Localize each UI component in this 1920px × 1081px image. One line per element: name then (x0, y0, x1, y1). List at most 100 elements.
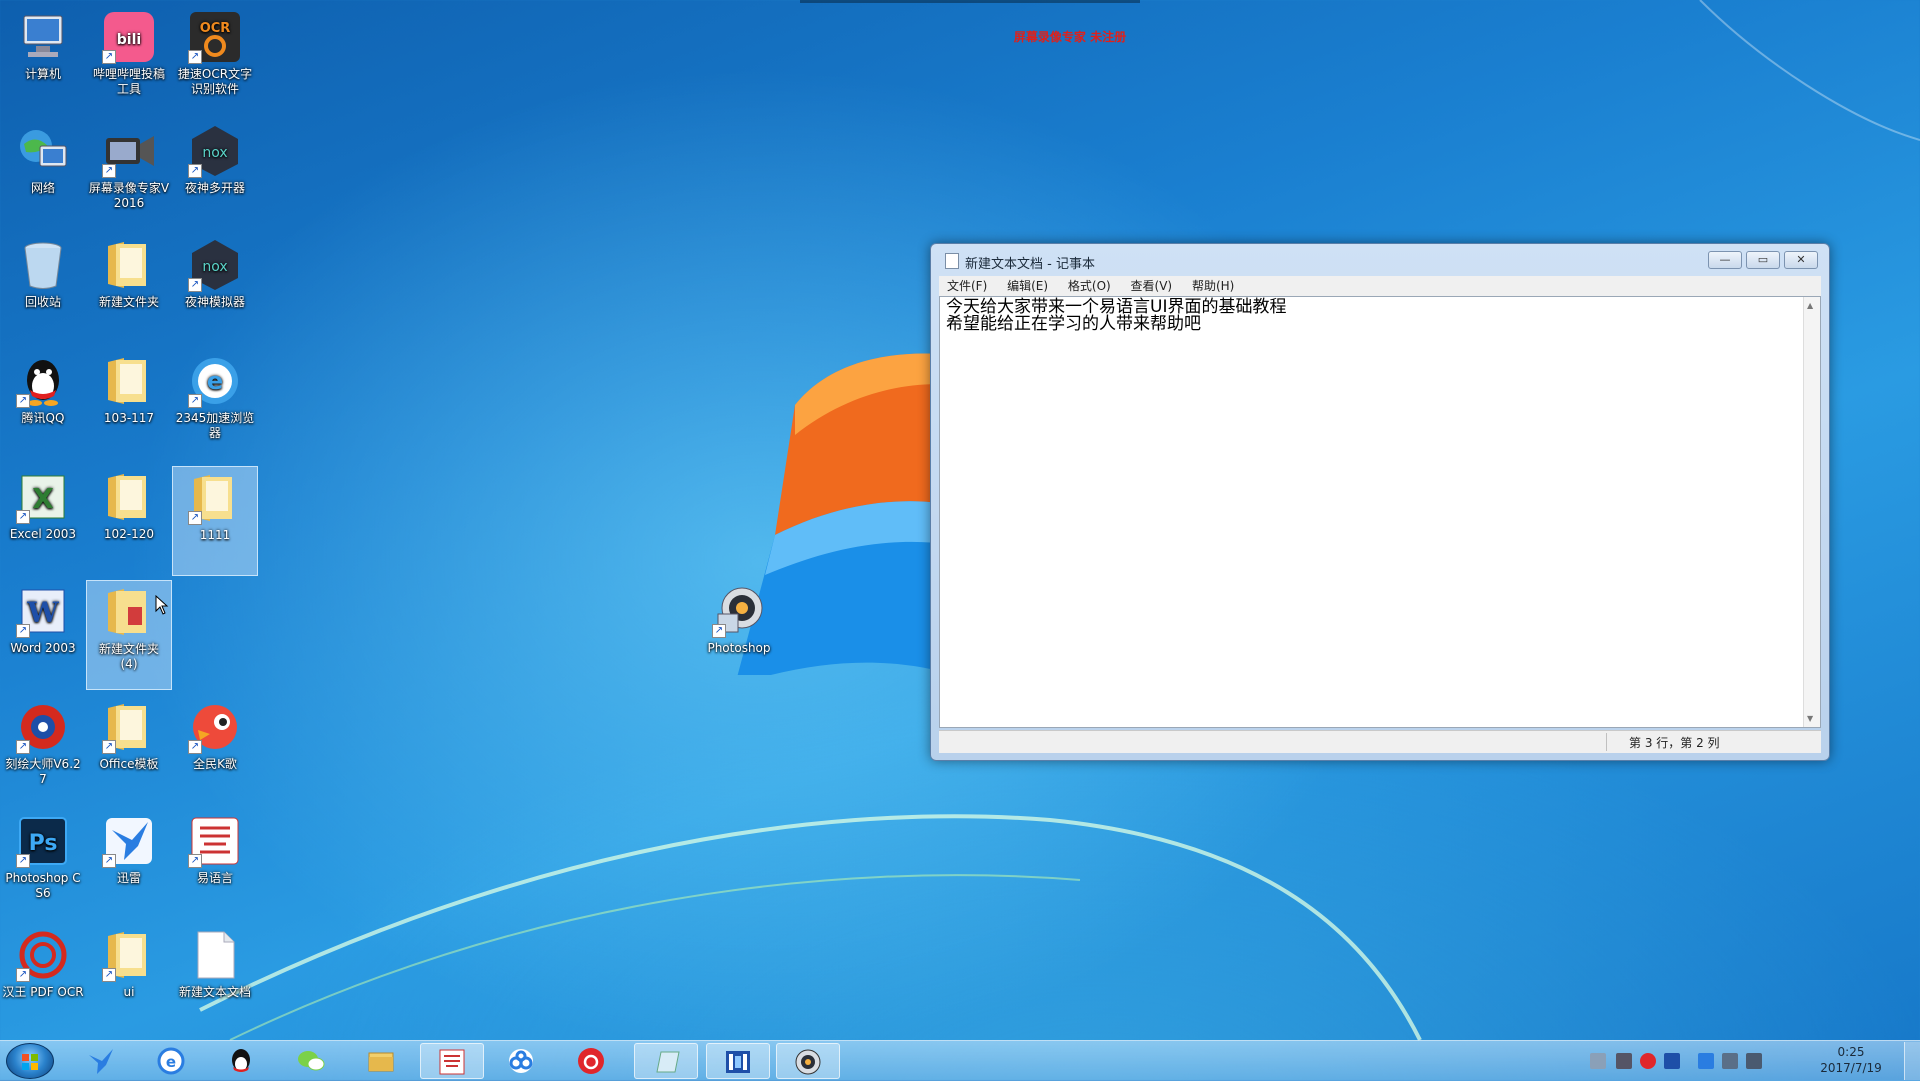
desktop-icon-folder-ui[interactable]: ↗ ui (86, 924, 172, 1034)
scroll-down-icon[interactable]: ▼ (1807, 714, 1813, 723)
desktop-icon-folder-102-120[interactable]: 102-120 (86, 466, 172, 576)
taskbar-thunder[interactable] (70, 1043, 134, 1079)
input-method-icon[interactable] (1664, 1053, 1680, 1069)
show-desktop-button[interactable] (1904, 1042, 1920, 1080)
shortcut-arrow-icon: ↗ (102, 50, 116, 64)
baidu-netdisk-icon (509, 1049, 533, 1073)
desktop-icon-label: 哔哩哔哩投稿工具 (92, 67, 165, 96)
folder-icon (102, 470, 156, 524)
svg-text:Ps: Ps (29, 831, 58, 856)
screen-recorder-icon: ↗ (102, 124, 156, 178)
desktop-icon-ocr[interactable]: OCR ↗ 捷速OCR文字识别软件 (172, 6, 258, 116)
desktop-icon-thunder[interactable]: ↗ 迅雷 (86, 810, 172, 920)
menu-format[interactable]: 格式(O) (1060, 276, 1119, 296)
top-shadow-strip (800, 0, 1140, 3)
desktop-icon-label: 网络 (30, 181, 55, 195)
desktop-icon-folder-1111[interactable]: ↗ 1111 (172, 466, 258, 576)
desktop-icon-2345-browser[interactable]: e ↗ 2345加速浏览器 (172, 350, 258, 460)
desktop-icon-nox-emulator[interactable]: nox ↗ 夜神模拟器 (172, 234, 258, 344)
menu-file[interactable]: 文件(F) (939, 276, 995, 296)
network-tray-icon[interactable] (1722, 1053, 1738, 1069)
shortcut-arrow-icon: ↗ (102, 968, 116, 982)
desktop-icon-word[interactable]: W ↗ Word 2003 (0, 580, 86, 690)
photoshop-shortcut-icon: ↗ (712, 584, 766, 638)
desktop-icon-label: 1111 (199, 528, 231, 542)
bilibili-icon: bili ↗ (102, 10, 156, 64)
taskbar: e 0:25 2017/7/19 (0, 1040, 1920, 1081)
desktop-icon-label: Word 2003 (10, 641, 76, 655)
desktop-icon-karaoke[interactable]: ↗ 全民K歌 (172, 696, 258, 806)
cursor-position: 第 3 行，第 2 列 (1629, 736, 1720, 750)
network-icon (16, 124, 70, 178)
computer-icon (16, 10, 70, 64)
netease-tray-icon[interactable] (1640, 1053, 1656, 1069)
eyuyan-icon: ↗ (188, 814, 242, 868)
desktop-icon-new-folder[interactable]: 新建文件夹 (86, 234, 172, 344)
shortcut-arrow-icon: ↗ (16, 740, 30, 754)
vertical-scrollbar[interactable]: ▲ ▼ (1803, 297, 1820, 727)
desktop-icon-bilibili[interactable]: bili ↗ 哔哩哔哩投稿工具 (86, 6, 172, 116)
desktop-icon-engraving[interactable]: ↗ 刻绘大师V6.27 (0, 696, 86, 806)
shortcut-arrow-icon: ↗ (188, 278, 202, 292)
photoshop-icon (795, 1049, 821, 1075)
desktop-icon-qq[interactable]: ↗ 腾讯QQ (0, 350, 86, 460)
taskbar-video-editor[interactable] (706, 1043, 770, 1079)
desktop-icon-photoshop[interactable]: ↗ Photoshop (694, 580, 784, 690)
text-editor[interactable]: 今天给大家带来一个易语言UI界面的基础教程 希望能给正在学习的人带来帮助吧 ▲ … (939, 296, 1821, 728)
status-separator (1606, 733, 1607, 751)
svg-text:nox: nox (202, 259, 227, 275)
close-button[interactable]: ✕ (1784, 251, 1818, 269)
qq-icon: ↗ (16, 354, 70, 408)
shortcut-arrow-icon: ↗ (712, 624, 726, 638)
shortcut-arrow-icon: ↗ (16, 624, 30, 638)
taskbar-notepad[interactable] (634, 1043, 698, 1079)
minimize-button[interactable]: — (1708, 251, 1742, 269)
status-bar: 第 3 行，第 2 列 (939, 730, 1821, 753)
shortcut-arrow-icon: ↗ (16, 968, 30, 982)
desktop-icon-folder-103-117[interactable]: 103-117 (86, 350, 172, 460)
desktop-icon-label: 102-120 (103, 527, 155, 541)
volume-icon[interactable] (1746, 1053, 1762, 1069)
desktop-icon-nox-multi[interactable]: nox ↗ 夜神多开器 (172, 120, 258, 230)
desktop-icon-label: 103-117 (103, 411, 155, 425)
menu-view[interactable]: 查看(V) (1123, 276, 1181, 296)
taskbar-ie[interactable]: e (140, 1043, 204, 1079)
taskbar-qq[interactable] (210, 1043, 274, 1079)
taskbar-eyuyan[interactable] (420, 1043, 484, 1079)
notepad-titlebar[interactable]: 新建文本文档 - 记事本 — ▭ ✕ (931, 244, 1829, 276)
editor-content: 今天给大家带来一个易语言UI界面的基础教程 希望能给正在学习的人带来帮助吧 (946, 299, 1286, 333)
desktop-icon-screen-recorder[interactable]: ↗ 屏幕录像专家V2016 (86, 120, 172, 230)
desktop-icon-excel[interactable]: X ↗ Excel 2003 (0, 466, 86, 576)
desktop-icon-hanwang-pdf[interactable]: ↗ 汉王 PDF OCR (0, 924, 86, 1034)
taskbar-explorer[interactable] (350, 1043, 414, 1079)
taskbar-baidu-netdisk[interactable] (490, 1043, 554, 1079)
desktop-icon-recycle-bin[interactable]: 回收站 (0, 234, 86, 344)
taskbar-photoshop[interactable] (776, 1043, 840, 1079)
menu-edit[interactable]: 编辑(E) (999, 276, 1056, 296)
text-file-icon (188, 928, 242, 982)
desktop-icon-label: ui (123, 985, 135, 999)
taskbar-wechat[interactable] (280, 1043, 344, 1079)
maximize-button[interactable]: ▭ (1746, 251, 1780, 269)
desktop-icon-network[interactable]: 网络 (0, 120, 86, 230)
scroll-up-icon[interactable]: ▲ (1807, 301, 1813, 310)
desktop-icon-new-text-document[interactable]: 新建文本文档 (172, 924, 258, 1034)
svg-text:e: e (207, 367, 223, 395)
desktop-icon-office-templates[interactable]: ↗ Office模板 (86, 696, 172, 806)
recorder-tray-icon[interactable] (1616, 1053, 1632, 1069)
desktop-icon-label: 屏幕录像专家V2016 (88, 181, 170, 210)
karaoke-icon: ↗ (188, 700, 242, 754)
keyboard-icon[interactable] (1590, 1053, 1606, 1069)
desktop-icon-label: 易语言 (196, 871, 233, 885)
desktop-icon-photoshop-cs6[interactable]: Ps ↗ Photoshop CS6 (0, 810, 86, 920)
desktop-icon-computer[interactable]: 计算机 (0, 6, 86, 116)
clock[interactable]: 0:25 2017/7/19 (1806, 1044, 1896, 1076)
start-button[interactable] (6, 1043, 54, 1079)
desktop-icon-label: Photoshop CS6 (5, 871, 81, 900)
shortcut-arrow-icon: ↗ (102, 164, 116, 178)
taskbar-netease-music[interactable] (560, 1043, 624, 1079)
flag-icon[interactable] (1698, 1053, 1714, 1069)
menu-help[interactable]: 帮助(H) (1184, 276, 1242, 296)
notepad-window[interactable]: 新建文本文档 - 记事本 — ▭ ✕ 文件(F) 编辑(E) 格式(O) 查看(… (930, 243, 1830, 761)
desktop-icon-eyuyan[interactable]: ↗ 易语言 (172, 810, 258, 920)
